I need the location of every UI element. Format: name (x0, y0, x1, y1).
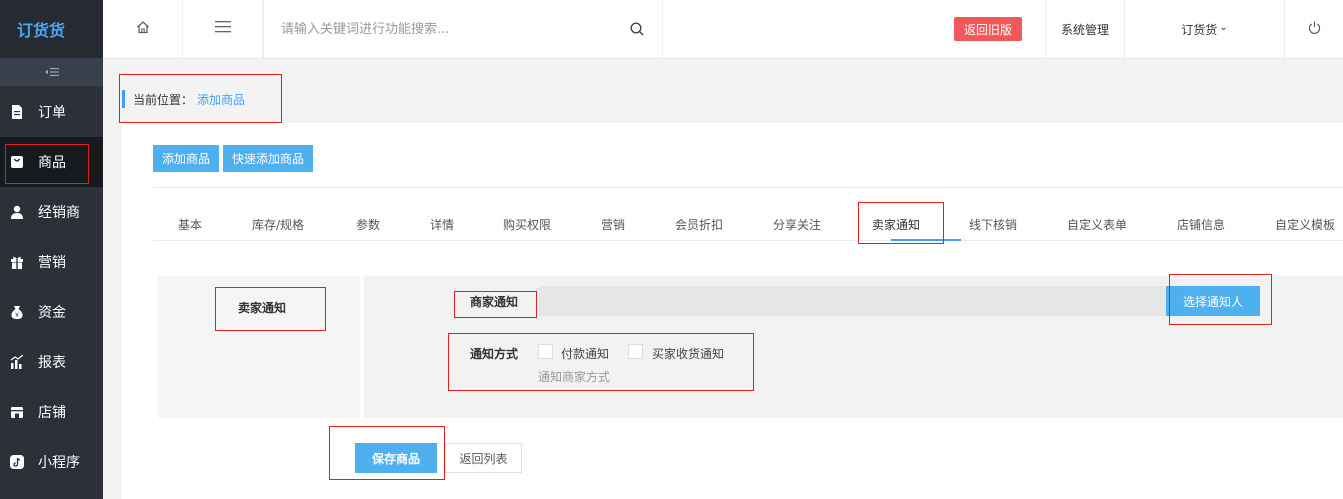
home-button[interactable] (103, 0, 183, 58)
breadcrumb-current[interactable]: 添加商品 (197, 91, 245, 108)
chevron-down-icon: ⌄ (1219, 21, 1228, 33)
merchant-notice-label: 商家通知 (470, 295, 519, 309)
svg-text:¥: ¥ (15, 312, 19, 319)
sidebar-item-label: 小程序 (38, 455, 80, 471)
payment-notice-label: 付款通知 (561, 347, 610, 361)
store-menu[interactable]: 订货货 ⌄ (1125, 0, 1285, 58)
buyer-receipt-checkbox[interactable] (628, 344, 643, 359)
product-tabs: 基本 库存/规格 参数 详情 购买权限 营销 会员折扣 分享关注 卖家通知 线下… (153, 216, 1343, 241)
tab-params[interactable]: 参数 (356, 216, 380, 233)
store-menu-label: 订货货 (1181, 22, 1218, 37)
logout-button[interactable] (1285, 0, 1343, 58)
back-to-old-version-button[interactable]: 返回旧版 (954, 17, 1022, 41)
form-section-header: 卖家通知 (158, 276, 364, 418)
bag-icon (10, 155, 24, 169)
user-icon (10, 205, 24, 219)
collapse-menu-icon[interactable] (0, 58, 103, 86)
power-icon (1308, 20, 1321, 38)
save-product-button[interactable]: 保存商品 (355, 443, 437, 473)
tab-custom-form[interactable]: 自定义表单 (1067, 216, 1127, 233)
bar-chart-icon (10, 354, 24, 369)
sidebar-item-label: 经销商 (38, 205, 80, 221)
tab-share-follow[interactable]: 分享关注 (773, 216, 821, 233)
search-box (263, 0, 663, 58)
sidebar-item-label: 资金 (38, 305, 66, 321)
search-input[interactable] (281, 21, 611, 37)
payment-notice-checkbox[interactable] (538, 344, 553, 359)
sidebar-item-funds[interactable]: ¥ 资金 (0, 287, 103, 337)
sidebar-item-dealers[interactable]: 经销商 (0, 187, 103, 237)
shop-icon (10, 405, 24, 419)
add-product-button[interactable]: 添加商品 (153, 145, 219, 172)
tab-marketing[interactable]: 营销 (601, 216, 625, 233)
sidebar-item-marketing[interactable]: 营销 (0, 237, 103, 287)
search-icon[interactable] (630, 22, 644, 40)
sidebar-item-label: 订单 (38, 105, 66, 121)
hamburger-icon (214, 21, 231, 37)
sidebar-item-orders[interactable]: 订单 (0, 87, 103, 137)
home-icon (136, 20, 150, 38)
top-header: 返回旧版 系统管理 订货货 ⌄ (103, 0, 1343, 59)
gift-icon (10, 255, 24, 269)
tab-custom-template[interactable]: 自定义模板 (1275, 216, 1335, 233)
tab-stock-spec[interactable]: 库存/规格 (252, 216, 304, 233)
system-admin-link[interactable]: 系统管理 (1045, 0, 1125, 58)
notify-recipients-field[interactable] (539, 286, 1169, 316)
sidebar-item-label: 营销 (38, 255, 66, 271)
quick-add-product-button[interactable]: 快速添加商品 (223, 145, 313, 172)
tab-detail[interactable]: 详情 (430, 216, 454, 233)
notify-method-label: 通知方式 (470, 347, 519, 361)
tab-seller-notice[interactable]: 卖家通知 (872, 216, 920, 233)
buyer-receipt-label: 买家收货通知 (652, 347, 725, 361)
tab-purchase-permission[interactable]: 购买权限 (503, 216, 551, 233)
tab-basic[interactable]: 基本 (178, 216, 202, 233)
sidebar-item-label: 店铺 (38, 405, 66, 421)
divider (153, 187, 1343, 188)
sidebar: 订货货 订单 商品 经销商 营销 ¥ 资金 报表 店铺 小程序 (0, 0, 103, 499)
tab-offline-verify[interactable]: 线下核销 (969, 216, 1017, 233)
sidebar-item-products[interactable]: 商品 (0, 137, 103, 187)
sidebar-item-reports[interactable]: 报表 (0, 337, 103, 387)
sidebar-item-label: 商品 (38, 155, 66, 171)
tiktok-icon (10, 455, 24, 469)
tab-shop-info[interactable]: 店铺信息 (1177, 216, 1225, 233)
document-icon (10, 105, 24, 119)
choose-recipient-button[interactable]: 选择通知人 (1166, 286, 1260, 316)
tab-member-discount[interactable]: 会员折扣 (675, 216, 723, 233)
app-logo[interactable]: 订货货 (0, 0, 103, 58)
menu-toggle-button[interactable] (183, 0, 263, 58)
breadcrumb: 当前位置： 添加商品 (122, 90, 245, 108)
section-title: 卖家通知 (238, 301, 287, 315)
sidebar-item-label: 报表 (38, 355, 66, 371)
seller-notice-form: 卖家通知 商家通知 选择通知人 通知方式 付款通知 买家收货通知 通知商家方式 (158, 276, 1343, 418)
money-bag-icon: ¥ (10, 305, 24, 319)
notify-method-hint: 通知商家方式 (538, 370, 611, 384)
sidebar-item-shop[interactable]: 店铺 (0, 387, 103, 437)
back-to-list-button[interactable]: 返回列表 (445, 443, 522, 473)
active-tab-indicator (891, 239, 961, 241)
main-panel: 添加商品 快速添加商品 基本 库存/规格 参数 详情 购买权限 营销 会员折扣 … (122, 123, 1343, 499)
breadcrumb-prefix: 当前位置： (133, 92, 194, 107)
sidebar-item-miniprogram[interactable]: 小程序 (0, 437, 103, 487)
